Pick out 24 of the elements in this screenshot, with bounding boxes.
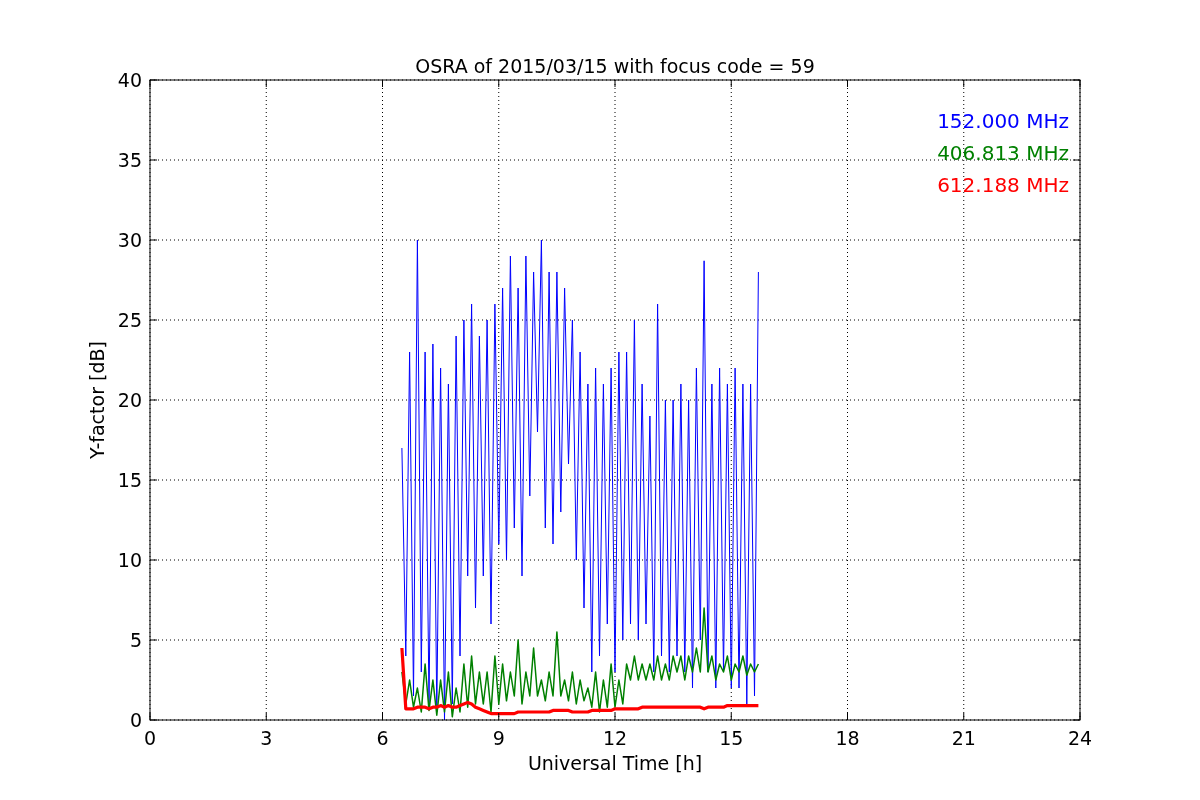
tick-label: 0 bbox=[129, 709, 142, 731]
tick-label: 0 bbox=[143, 727, 157, 749]
tick-label: 5 bbox=[129, 629, 142, 651]
tick-label: 30 bbox=[117, 229, 142, 251]
tick-label: 9 bbox=[492, 727, 505, 749]
tick-label: 20 bbox=[117, 389, 142, 411]
legend-label: 406.813 MHz bbox=[937, 141, 1069, 165]
tick-label: 15 bbox=[719, 727, 744, 749]
tick-label: 21 bbox=[951, 727, 976, 749]
tick-label: 3 bbox=[260, 727, 273, 749]
tick-label: 40 bbox=[117, 69, 142, 91]
axis-label: Y-factor [dB] bbox=[86, 341, 108, 459]
tick-label: 12 bbox=[602, 727, 628, 749]
tick-label: 10 bbox=[117, 549, 142, 571]
legend-label: 152.000 MHz bbox=[937, 109, 1069, 133]
tick-label: 15 bbox=[117, 469, 142, 491]
tick-label: 6 bbox=[376, 727, 389, 749]
axis-label: Universal Time [h] bbox=[527, 752, 703, 774]
tick-label: 18 bbox=[835, 727, 860, 749]
tick-label: 24 bbox=[1067, 727, 1093, 749]
legend-label: 612.188 MHz bbox=[937, 173, 1069, 197]
tick-label: 35 bbox=[117, 149, 142, 171]
tick-label: 25 bbox=[117, 309, 142, 331]
chart-title: OSRA of 2015/03/15 with focus code = 59 bbox=[415, 55, 815, 77]
